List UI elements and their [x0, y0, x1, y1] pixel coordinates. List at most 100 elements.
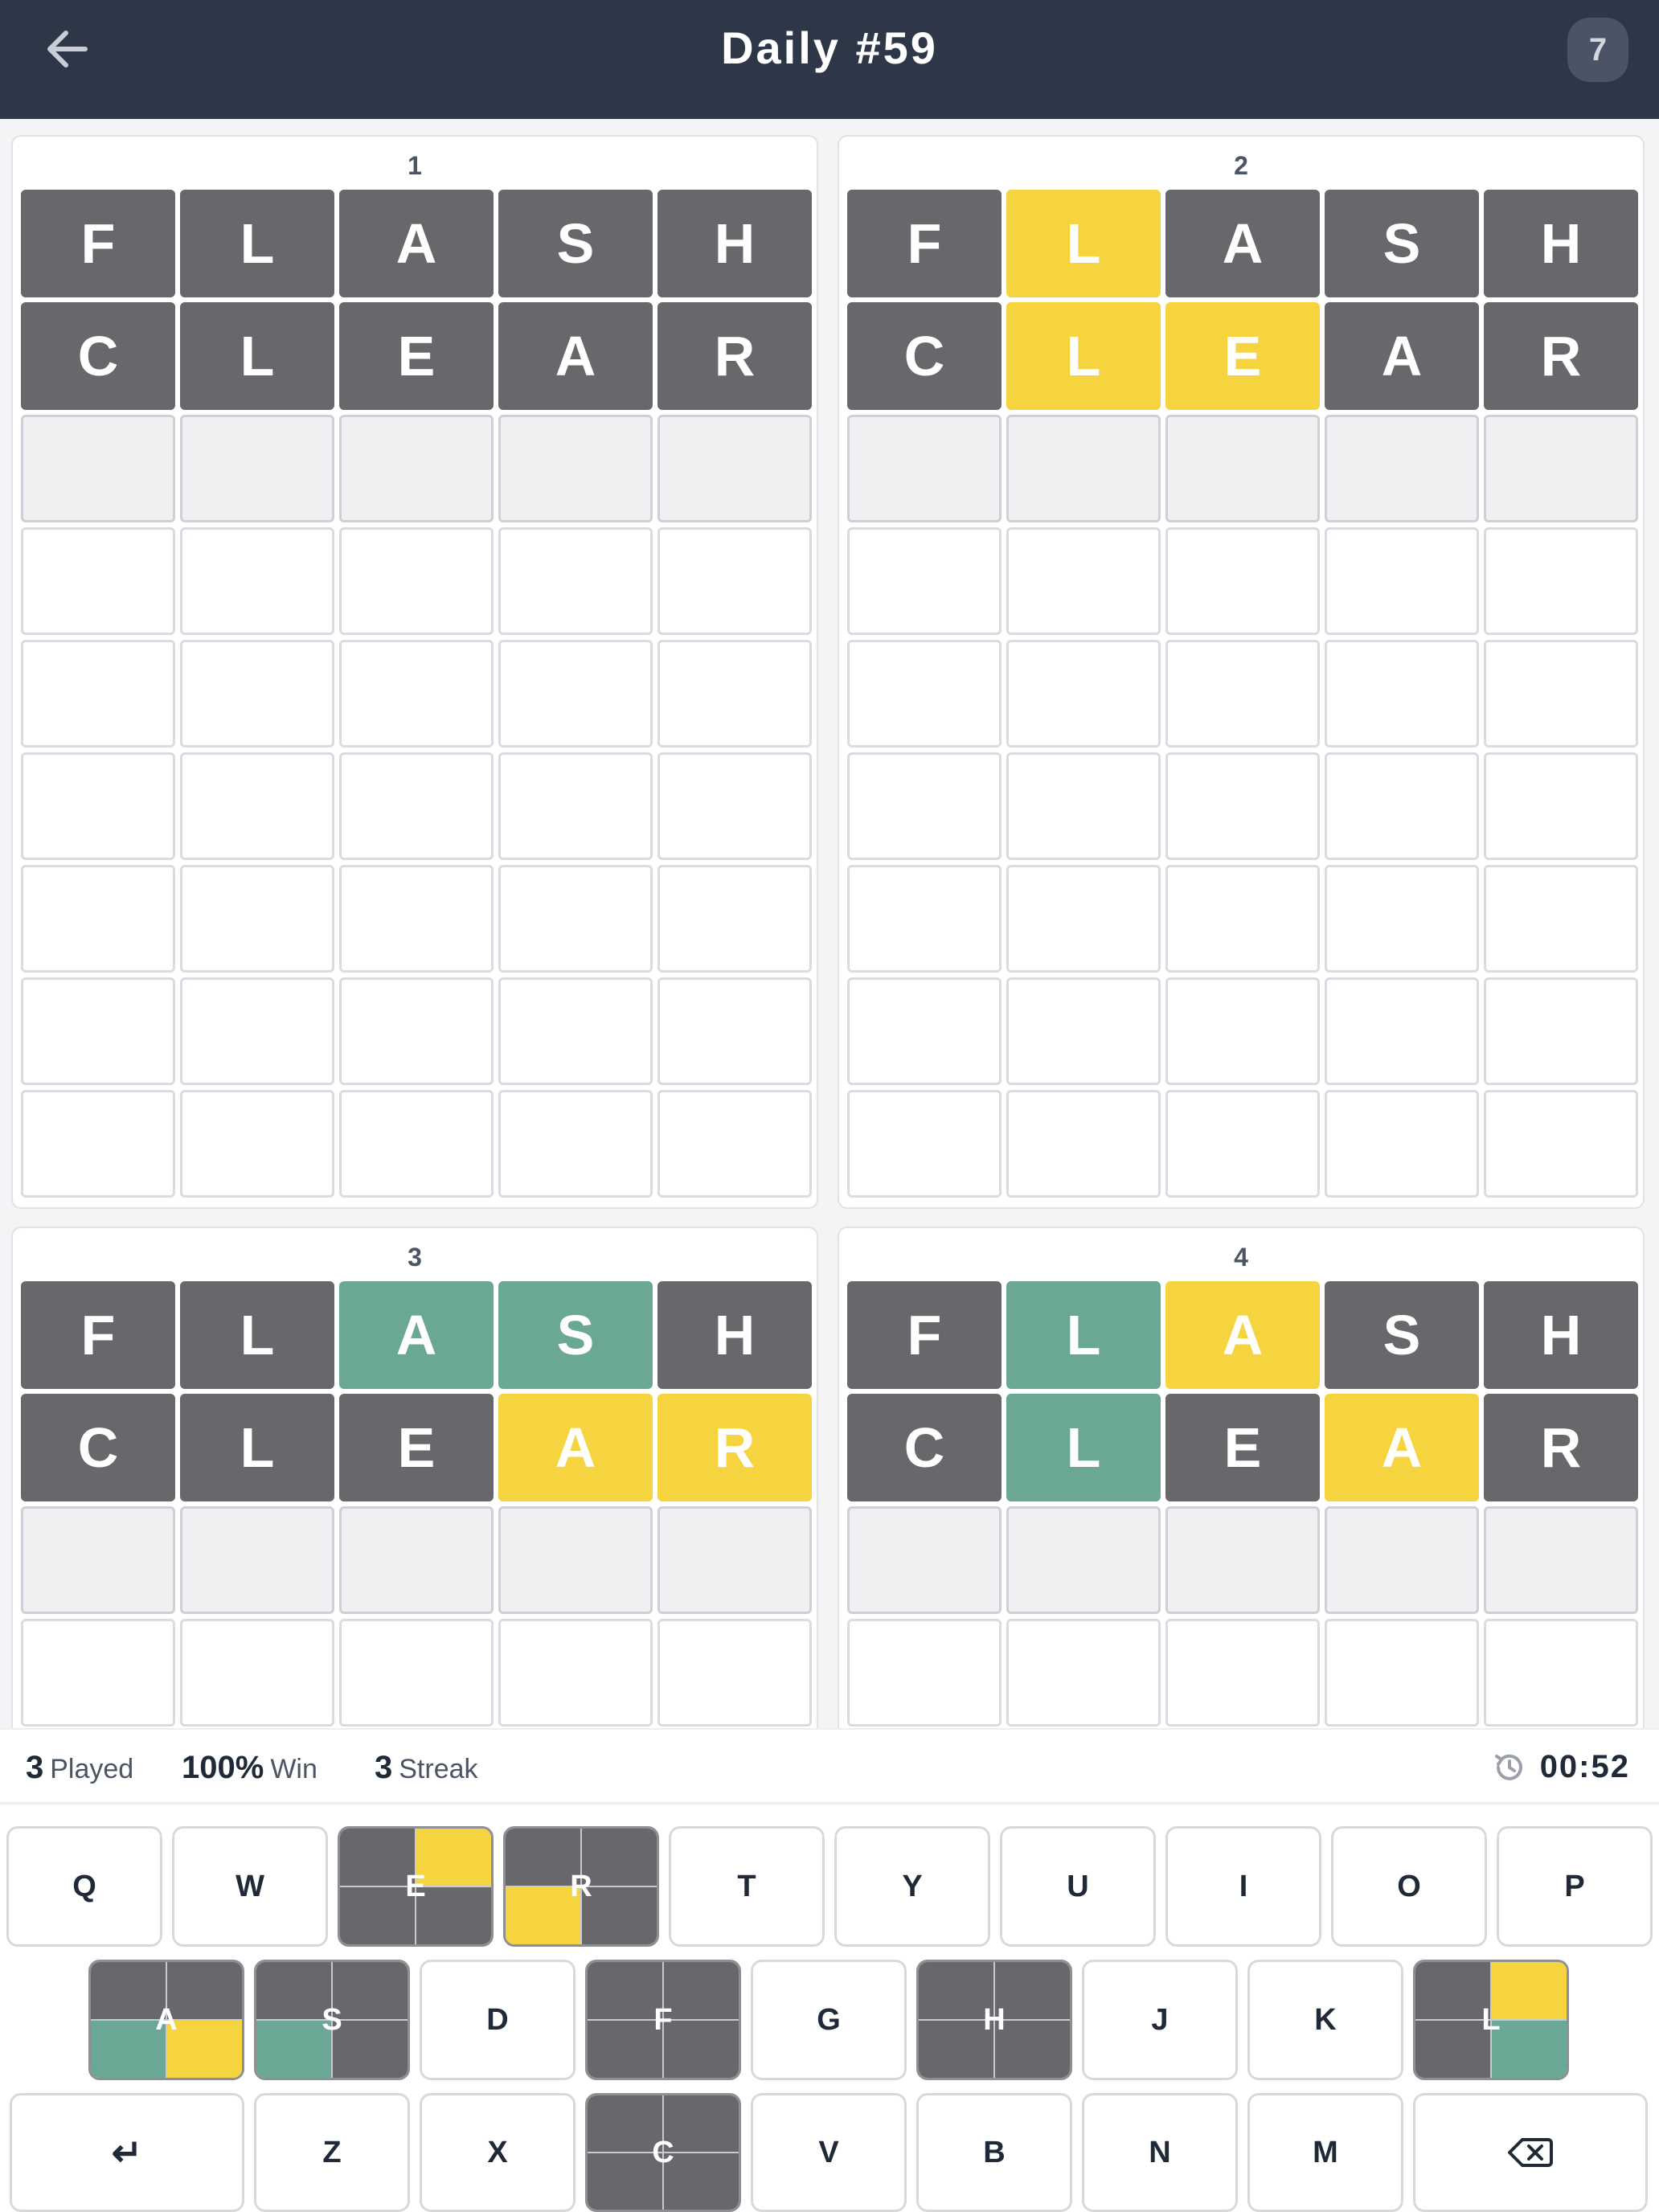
- key-v[interactable]: V: [751, 2093, 907, 2212]
- key-label: Y: [902, 1869, 923, 1903]
- backspace-key[interactable]: [1413, 2093, 1648, 2212]
- board-number: 1: [408, 151, 422, 180]
- tile-gray: F: [847, 190, 1002, 297]
- key-quad-gray: [332, 2020, 408, 2078]
- key-a[interactable]: A: [88, 1960, 244, 2080]
- tile-empty: [1165, 640, 1320, 748]
- key-x[interactable]: X: [420, 2093, 576, 2212]
- tile-empty: [21, 527, 175, 635]
- key-u[interactable]: U: [1000, 1826, 1156, 1947]
- key-k[interactable]: K: [1247, 1960, 1403, 2080]
- tile-empty: [1165, 977, 1320, 1085]
- key-label: L: [1481, 2002, 1501, 2037]
- tile-empty: [1325, 752, 1479, 860]
- tile-current-row: [1325, 415, 1479, 522]
- tile-empty: [180, 640, 334, 748]
- key-t[interactable]: T: [669, 1826, 825, 1947]
- key-m[interactable]: M: [1247, 2093, 1403, 2212]
- tile-green: L: [1006, 1281, 1161, 1389]
- tile-empty: [1325, 865, 1479, 973]
- key-l[interactable]: L: [1413, 1960, 1569, 2080]
- tile-current-row: [657, 415, 812, 522]
- tile-gray: F: [21, 190, 175, 297]
- key-y[interactable]: Y: [834, 1826, 990, 1947]
- tile-empty: [1484, 977, 1638, 1085]
- tile-empty: [21, 1090, 175, 1198]
- timer: 00:52: [1492, 1749, 1630, 1785]
- tile-gray: R: [1484, 1394, 1638, 1501]
- tile-empty: [180, 1090, 334, 1198]
- tile-empty: [339, 752, 494, 860]
- key-e[interactable]: E: [338, 1826, 494, 1947]
- tile-empty: [1165, 752, 1320, 860]
- key-j[interactable]: J: [1082, 1960, 1238, 2080]
- tile-empty: [657, 1090, 812, 1198]
- count-badge[interactable]: 7: [1567, 18, 1628, 82]
- key-label: J: [1151, 2002, 1169, 2037]
- key-c[interactable]: C: [585, 2093, 741, 2212]
- tile-empty: [180, 527, 334, 635]
- enter-key[interactable]: ↵: [10, 2093, 244, 2212]
- tile-empty: [657, 640, 812, 748]
- stats-bar: 3 Played 100% Win 3 Streak 00:52: [0, 1728, 1659, 1804]
- tile-current-row: [180, 415, 334, 522]
- tile-current-row: [847, 415, 1002, 522]
- tile-empty: [847, 1619, 1002, 1727]
- tile-empty: [180, 865, 334, 973]
- board-1: 1FLASHCLEAR: [11, 135, 818, 1209]
- key-p[interactable]: P: [1497, 1826, 1653, 1947]
- key-d[interactable]: D: [420, 1960, 576, 2080]
- tile-gray: L: [180, 1394, 334, 1501]
- tile-empty: [1006, 640, 1161, 748]
- board-3: 3FLASHCLEAR: [11, 1227, 818, 1741]
- key-q[interactable]: Q: [6, 1826, 162, 1947]
- key-label: I: [1239, 1869, 1248, 1903]
- tile-empty: [1165, 865, 1320, 973]
- key-f[interactable]: F: [585, 1960, 741, 2080]
- tile-empty: [498, 527, 653, 635]
- key-h[interactable]: H: [916, 1960, 1072, 2080]
- key-z[interactable]: Z: [254, 2093, 410, 2212]
- tile-current-row: [1006, 415, 1161, 522]
- key-b[interactable]: B: [916, 2093, 1072, 2212]
- board-number: 3: [408, 1243, 422, 1272]
- tile-yellow: R: [657, 1394, 812, 1501]
- tile-empty: [498, 640, 653, 748]
- key-label: O: [1397, 1869, 1421, 1903]
- key-quad-gray: [340, 1886, 416, 1944]
- tile-current-row: [1325, 1506, 1479, 1614]
- key-s[interactable]: S: [254, 1960, 410, 2080]
- top-bar: Daily #59 7: [0, 0, 1659, 119]
- tile-gray: H: [657, 1281, 812, 1389]
- key-label: K: [1314, 2002, 1337, 2037]
- key-quad-gray: [1415, 1962, 1491, 2020]
- tile-gray: E: [339, 302, 494, 410]
- tile-gray: H: [1484, 190, 1638, 297]
- tile-green: L: [1006, 1394, 1161, 1501]
- key-label: N: [1149, 2135, 1171, 2169]
- tile-current-row: [498, 415, 653, 522]
- tile-empty: [1325, 1090, 1479, 1198]
- key-label: W: [236, 1869, 264, 1903]
- tile-empty: [339, 1619, 494, 1727]
- tile-gray: F: [847, 1281, 1002, 1389]
- tile-current-row: [1165, 415, 1320, 522]
- key-label: D: [486, 2002, 509, 2037]
- key-quad-gray: [994, 2020, 1070, 2078]
- tile-gray: E: [1165, 1394, 1320, 1501]
- key-n[interactable]: N: [1082, 2093, 1238, 2212]
- tile-yellow: A: [1165, 1281, 1320, 1389]
- tile-empty: [847, 1090, 1002, 1198]
- tile-gray: S: [1325, 190, 1479, 297]
- key-r[interactable]: R: [503, 1826, 659, 1947]
- streak-value: 3: [375, 1750, 393, 1785]
- tile-gray: C: [21, 1394, 175, 1501]
- key-i[interactable]: I: [1165, 1826, 1321, 1947]
- win-label: Win: [270, 1754, 317, 1784]
- tile-yellow: E: [1165, 302, 1320, 410]
- key-o[interactable]: O: [1331, 1826, 1487, 1947]
- tile-empty: [21, 977, 175, 1085]
- key-g[interactable]: G: [751, 1960, 907, 2080]
- key-label: P: [1564, 1869, 1585, 1903]
- key-w[interactable]: W: [172, 1826, 328, 1947]
